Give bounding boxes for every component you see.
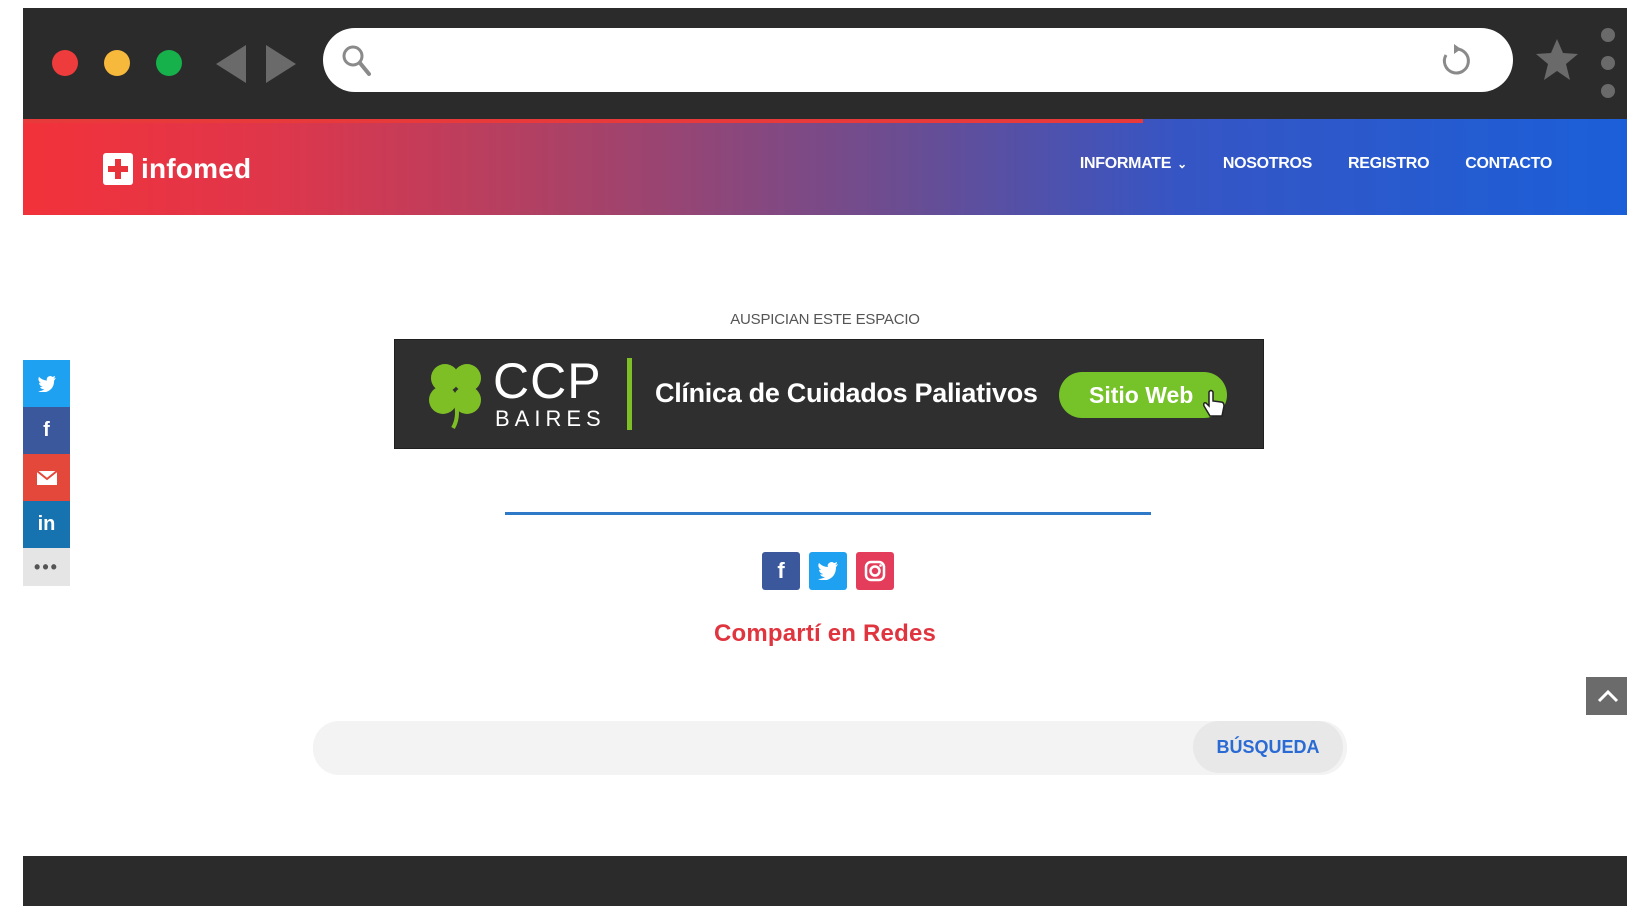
nav-nosotros[interactable]: NOSOTROS [1223, 155, 1312, 173]
back-arrow-icon[interactable] [216, 45, 246, 83]
share-heading: Compartí en Redes [713, 620, 937, 647]
sponsor-brand-sub: BAIRES [495, 406, 606, 431]
browser-menu-icon[interactable] [1601, 28, 1617, 104]
banner-divider [627, 358, 632, 430]
medical-cross-icon [103, 153, 133, 185]
site-footer [23, 856, 1627, 906]
clover-logo-icon [429, 364, 481, 430]
social-links: f [762, 552, 894, 590]
forward-arrow-icon[interactable] [266, 45, 296, 83]
twitter-icon[interactable] [809, 552, 847, 590]
nav-informate[interactable]: INFORMATE ⌄ [1080, 155, 1187, 173]
minimize-window-button[interactable] [104, 50, 130, 76]
main-nav: INFORMATE ⌄ NOSOTROS REGISTRO CONTACTO [1080, 155, 1552, 173]
instagram-icon[interactable] [856, 552, 894, 590]
nav-contacto[interactable]: CONTACTO [1465, 155, 1552, 173]
bookmark-star-icon[interactable] [1533, 36, 1581, 84]
side-more-icon[interactable]: ••• [23, 548, 70, 586]
browser-toolbar [23, 8, 1627, 119]
sponsor-banner[interactable]: CCP BAIRES Clínica de Cuidados Paliativo… [394, 339, 1264, 449]
nav-informate-label: INFORMATE [1079, 155, 1172, 172]
search-icon [342, 45, 371, 76]
side-share-bar: f in ••• [23, 360, 70, 586]
site-header: infomed INFORMATE ⌄ NOSOTROS REGISTRO CON… [23, 119, 1627, 215]
header-accent-line [23, 119, 1143, 123]
section-divider [505, 512, 1151, 515]
search-button[interactable]: BÚSQUEDA [1193, 721, 1343, 773]
side-email-icon[interactable] [23, 454, 70, 501]
hand-cursor-icon [1203, 389, 1225, 417]
logo-text: infomed [141, 153, 252, 184]
sponsor-label: AUSPICIAN ESTE ESPACIO [730, 311, 920, 328]
close-window-button[interactable] [52, 50, 78, 76]
sponsor-title: Clínica de Cuidados Paliativos [655, 378, 1038, 408]
side-linkedin-icon[interactable]: in [23, 501, 70, 548]
search-input[interactable] [313, 721, 1347, 775]
facebook-icon[interactable]: f [762, 552, 800, 590]
address-bar[interactable] [323, 28, 1513, 92]
site-logo[interactable]: infomed [103, 149, 251, 189]
scroll-to-top-button[interactable] [1586, 677, 1627, 715]
browser-window: infomed INFORMATE ⌄ NOSOTROS REGISTRO CON… [23, 8, 1627, 906]
side-facebook-icon[interactable]: f [23, 407, 70, 454]
reload-icon[interactable] [1439, 44, 1473, 78]
side-twitter-icon[interactable] [23, 360, 70, 407]
maximize-window-button[interactable] [156, 50, 182, 76]
chevron-down-icon: ⌄ [1177, 157, 1187, 171]
sponsor-brand: CCP [493, 353, 602, 409]
nav-registro[interactable]: REGISTRO [1348, 155, 1429, 173]
chevron-up-icon [1597, 689, 1619, 703]
